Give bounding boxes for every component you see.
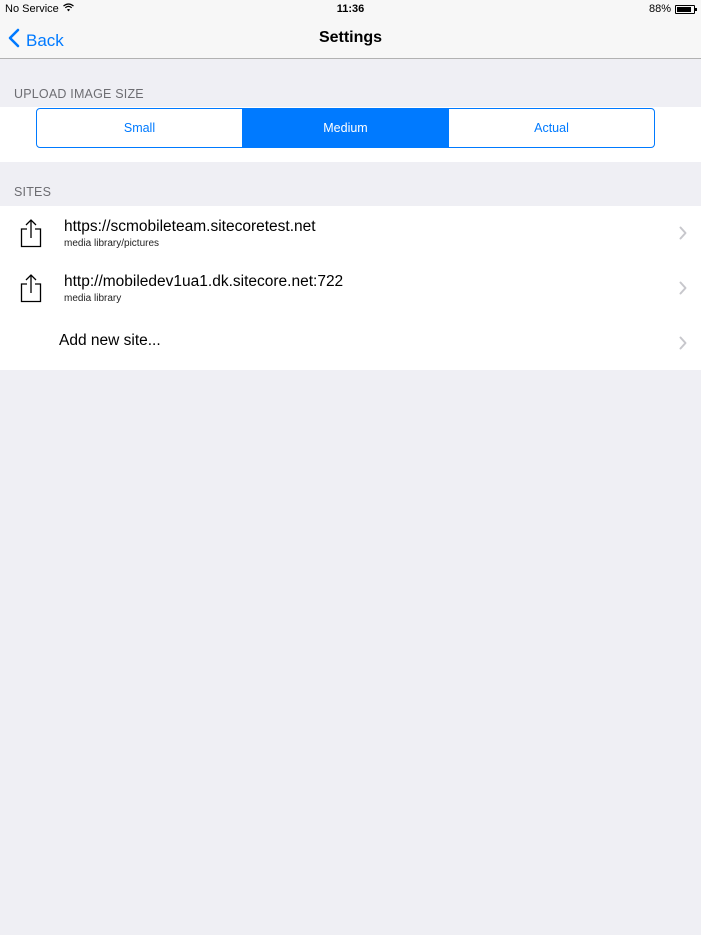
add-new-site-row[interactable]: Add new site... (0, 316, 701, 370)
battery-icon (675, 4, 697, 14)
status-right: 88% (648, 3, 697, 15)
chevron-right-icon (679, 336, 687, 355)
add-new-site-label: Add new site... (59, 332, 161, 349)
site-row[interactable]: http://mobiledev1ua1.dk.sitecore.net:722… (0, 261, 701, 315)
upload-size-segmented-control: Small Medium Actual (36, 108, 655, 148)
upload-size-cell: Small Medium Actual (0, 107, 701, 162)
battery-fill (677, 6, 692, 12)
status-time: 11:36 (336, 3, 365, 15)
site-path: media library (64, 293, 122, 304)
chevron-right-icon (679, 281, 687, 300)
share-icon (19, 218, 43, 253)
upload-size-header: UPLOAD IMAGE SIZE (14, 87, 144, 101)
site-row[interactable]: https://scmobileteam.sitecoretest.net me… (0, 206, 701, 260)
sites-header: SITES (14, 185, 52, 199)
segment-medium[interactable]: Medium (242, 109, 448, 147)
share-icon (19, 273, 43, 308)
page-title: Settings (318, 29, 383, 46)
status-bar: No Service 11:36 88% (0, 0, 701, 18)
segment-small[interactable]: Small (37, 109, 242, 147)
sites-list: https://scmobileteam.sitecoretest.net me… (0, 206, 701, 370)
site-url: http://mobiledev1ua1.dk.sitecore.net:722 (64, 273, 344, 290)
segment-actual[interactable]: Actual (448, 109, 654, 147)
battery-percent: 88% (648, 3, 671, 15)
site-url: https://scmobileteam.sitecoretest.net (64, 218, 316, 235)
chevron-right-icon (679, 226, 687, 245)
site-path: media library/pictures (64, 238, 160, 249)
battery-tip (695, 7, 697, 11)
navigation-bar: Back Settings (0, 18, 701, 59)
